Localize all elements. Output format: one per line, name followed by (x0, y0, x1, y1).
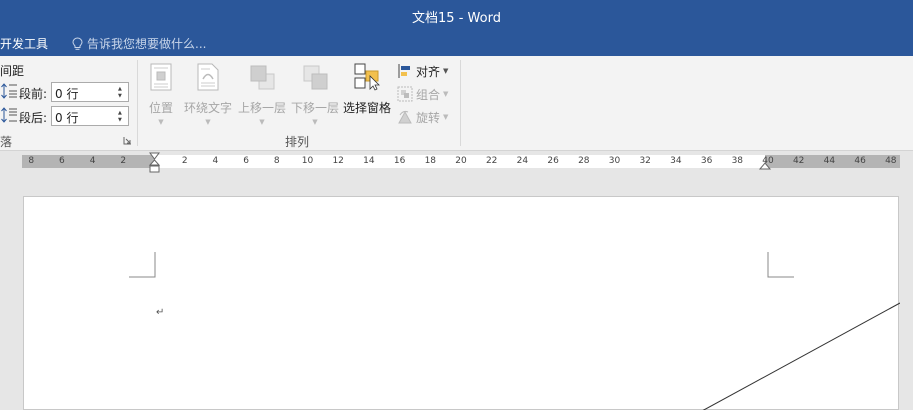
ruler-tick-label: 2 (120, 156, 127, 166)
spacing-after-stepper[interactable]: 0 行 ▲ ▼ (51, 106, 129, 126)
drawn-line-shape (702, 302, 900, 410)
dropdown-arrow-icon: ▼ (205, 118, 211, 126)
ruler-tick-label: 38 (731, 156, 744, 166)
ruler-tick-label: 24 (516, 156, 529, 166)
group-label: 组合 (416, 87, 441, 102)
group-icon (397, 86, 413, 102)
arrange-group-label: 排列 (285, 135, 310, 149)
ruler-tick-label: 22 (485, 156, 498, 166)
spin-up-icon[interactable]: ▲ (118, 86, 126, 92)
spacing-after-icon (1, 107, 17, 123)
bring-forward-label: 上移一层 (237, 101, 286, 115)
spacing-before-stepper[interactable]: 0 行 ▲ ▼ (51, 82, 129, 102)
ruler-tick-label: 34 (670, 156, 682, 166)
window-title: 文档15 - Word (412, 11, 501, 26)
bring-forward-button[interactable]: 上移一层 ▼ (236, 62, 288, 126)
align-label: 对齐 (416, 64, 441, 79)
ruler-tick-label: 16 (393, 156, 406, 166)
ruler-tick-label: 48 (885, 156, 897, 166)
ribbon-tab-strip: 开发工具 告诉我您想要做什么... (0, 32, 913, 56)
send-backward-icon (303, 65, 328, 90)
dropdown-arrow-icon: ▼ (443, 67, 449, 75)
position-button[interactable]: 位置 ▼ (143, 62, 179, 126)
ruler-tick-label: 32 (639, 156, 651, 166)
spin-down-icon[interactable]: ▼ (118, 117, 126, 123)
ruler-tick-label: 4 (89, 156, 96, 166)
ruler-tick-label: 4 (212, 156, 219, 166)
ruler-tick-label: 42 (792, 156, 805, 166)
title-bar: 文档15 - Word (0, 0, 913, 32)
rotate-label: 旋转 (416, 110, 441, 125)
rotate-icon (398, 110, 412, 124)
dropdown-arrow-icon: ▼ (443, 113, 449, 121)
ruler-tick-label: 46 (854, 156, 866, 166)
position-icon (150, 63, 172, 91)
wrap-text-icon (197, 63, 219, 91)
dropdown-arrow-icon: ▼ (312, 118, 318, 126)
ruler-tick-label: 44 (823, 156, 836, 166)
ruler-left-margin (22, 155, 154, 168)
tell-me-box[interactable]: 告诉我您想要做什么... (72, 35, 206, 52)
ruler-tick-label: 28 (578, 156, 590, 166)
right-indent-marker[interactable] (759, 161, 771, 170)
document-page[interactable]: ↵ (23, 196, 900, 410)
spin-up-icon[interactable]: ▲ (118, 110, 126, 116)
horizontal-ruler[interactable]: 8 6 4 2 2 4 6 8 10 12 14 16 18 20 22 24 26 28 30 32 34 36 38 40… (0, 152, 913, 178)
group-button[interactable]: 组合 ▼ (397, 84, 448, 104)
align-button[interactable]: 对齐 ▼ (397, 61, 448, 81)
spacing-before-icon (1, 83, 17, 99)
align-icon (398, 64, 410, 78)
dropdown-arrow-icon: ▼ (259, 118, 265, 126)
position-label: 位置 (148, 101, 173, 115)
ruler-tick-label: 26 (547, 156, 559, 166)
indent-markers[interactable] (148, 152, 161, 178)
spacing-group-label: 间距 (0, 64, 25, 78)
spin-down-icon[interactable]: ▼ (118, 93, 126, 99)
spacing-before-value: 0 行 (55, 87, 79, 101)
paragraph-group-label: 落 (0, 135, 13, 149)
group-separator (460, 60, 461, 146)
ruler-tick-label: 14 (363, 156, 375, 166)
ruler-tick-label: 8 (273, 156, 280, 166)
paragraph-mark-icon: ↵ (156, 307, 165, 318)
ruler-tick-label: 6 (243, 156, 249, 166)
ruler-tick-label: 36 (700, 156, 713, 166)
bring-forward-icon (250, 65, 275, 90)
ruler-tick-label: 30 (608, 156, 621, 166)
ruler-tick-label: 20 (455, 156, 467, 166)
ribbon: 间距 段前: 0 行 ▲ ▼ 段后: 0 行 ▲ ▼ 落 位置 ▼ 环绕文字 ▼… (0, 56, 913, 151)
send-backward-button[interactable]: 下移一层 ▼ (289, 62, 341, 126)
spacing-after-value: 0 行 (55, 111, 79, 125)
dropdown-arrow-icon: ▼ (158, 118, 164, 126)
send-backward-label: 下移一层 (290, 101, 339, 115)
wrap-text-button[interactable]: 环绕文字 ▼ (183, 62, 233, 126)
page-canvas (129, 252, 900, 410)
tell-me-text: 告诉我您想要做什么... (87, 37, 207, 51)
ruler-tick-label: 18 (424, 156, 437, 166)
ruler-tick-label: 6 (59, 156, 65, 166)
crop-mark-right (767, 252, 794, 278)
ruler-tick-label: 8 (28, 156, 35, 166)
ruler-tick-label: 12 (332, 156, 344, 166)
dropdown-arrow-icon: ▼ (443, 90, 449, 98)
lightbulb-icon (72, 36, 83, 50)
rotate-button[interactable]: 旋转 ▼ (397, 107, 448, 127)
ruler-tick-label: 10 (301, 156, 314, 166)
crop-mark-left (129, 252, 156, 278)
selection-pane-icon (354, 63, 380, 91)
selection-pane-label: 选择窗格 (342, 101, 391, 115)
wrap-text-label: 环绕文字 (183, 101, 232, 115)
dialog-launcher-icon[interactable] (123, 136, 132, 145)
spacing-before-label: 段前: (19, 87, 48, 101)
spacing-after-label: 段后: (19, 111, 48, 125)
tab-developer[interactable]: 开发工具 (0, 35, 48, 52)
selection-pane-button[interactable]: 选择窗格 (342, 62, 392, 116)
ruler-tick-label: 2 (181, 156, 188, 166)
group-separator (137, 60, 138, 146)
